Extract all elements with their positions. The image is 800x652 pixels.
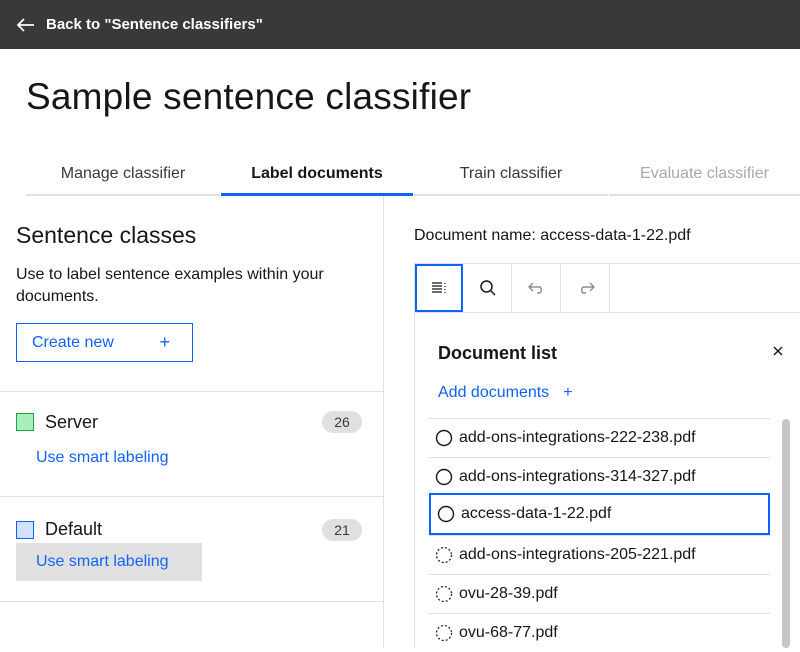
class-row-server: Server 26 Use smart labeling — [0, 392, 384, 496]
class-row-default: Default 21 Use smart labeling — [0, 497, 384, 601]
plus-icon: + — [159, 332, 170, 352]
tab-train-classifier[interactable]: Train classifier — [414, 153, 608, 196]
divider — [0, 601, 384, 602]
scrollbar[interactable] — [782, 419, 790, 648]
arrow-left-icon — [16, 17, 34, 32]
document-list-item[interactable]: ovu-68-77.pdf — [429, 613, 770, 652]
class-color-swatch — [16, 413, 34, 431]
tab-evaluate-classifier: Evaluate classifier — [609, 153, 800, 196]
sentence-classes-title: Sentence classes — [16, 222, 197, 248]
dashed-circle-icon — [435, 585, 453, 603]
class-name[interactable]: Server — [45, 412, 98, 433]
document-list-item[interactable]: ovu-28-39.pdf — [429, 574, 770, 613]
document-name: Document name: access-data-1-22.pdf — [414, 227, 691, 244]
document-list-title: Document list — [438, 343, 558, 363]
add-documents-link[interactable]: Add documents + — [438, 384, 573, 402]
document-item-name: ovu-68-77.pdf — [459, 624, 558, 641]
document-list-button[interactable] — [415, 264, 463, 312]
search-icon — [479, 280, 496, 296]
page-title: Sample sentence classifier — [26, 76, 472, 117]
plus-icon: + — [563, 384, 573, 401]
document-toolbar — [414, 263, 800, 313]
document-list-item-selected[interactable]: access-data-1-22.pdf — [429, 493, 770, 535]
search-button[interactable] — [464, 264, 512, 312]
count-badge: 21 — [322, 519, 362, 541]
list-icon — [432, 282, 446, 293]
back-link[interactable]: Back to "Sentence classifiers" — [16, 15, 263, 35]
document-list-item[interactable]: add-ons-integrations-205-221.pdf — [429, 535, 770, 574]
document-item-name: add-ons-integrations-314-327.pdf — [459, 468, 696, 485]
undo-icon — [527, 282, 542, 294]
tab-label-documents[interactable]: Label documents — [221, 153, 413, 196]
undo-button[interactable] — [513, 264, 561, 312]
create-new-label: Create new — [32, 333, 114, 351]
document-list-item[interactable]: add-ons-integrations-314-327.pdf — [429, 457, 770, 496]
add-documents-label: Add documents — [438, 384, 550, 401]
dashed-circle-icon — [435, 546, 453, 564]
redo-button[interactable] — [562, 264, 610, 312]
document-item-name: add-ons-integrations-205-221.pdf — [459, 546, 696, 563]
back-link-label: Back to "Sentence classifiers" — [46, 16, 263, 33]
circle-icon — [435, 468, 453, 486]
class-color-swatch — [16, 521, 34, 539]
close-icon[interactable] — [768, 341, 788, 361]
smart-labeling-link[interactable]: Use smart labeling — [16, 543, 202, 581]
redo-icon — [580, 282, 595, 294]
tab-bar: Manage classifier Label documents Train … — [26, 153, 800, 196]
class-name[interactable]: Default — [45, 519, 102, 540]
smart-labeling-link[interactable]: Use smart labeling — [16, 439, 189, 477]
circle-icon — [435, 429, 453, 447]
document-list-panel: Document list Add documents + add-ons-int… — [414, 313, 800, 648]
circle-icon — [437, 505, 455, 523]
document-item-name: add-ons-integrations-222-238.pdf — [459, 429, 696, 446]
top-bar: Back to "Sentence classifiers" — [0, 0, 800, 49]
sentence-classes-description: Use to label sentence examples within yo… — [16, 266, 324, 305]
create-new-button[interactable]: Create new + — [16, 323, 193, 362]
document-item-name: access-data-1-22.pdf — [461, 505, 612, 522]
count-badge: 26 — [322, 411, 362, 433]
tab-manage-classifier[interactable]: Manage classifier — [26, 153, 220, 196]
document-item-name: ovu-28-39.pdf — [459, 585, 558, 602]
sentence-classes-panel: Sentence classes Use to label sentence e… — [0, 196, 384, 648]
document-list-item[interactable]: add-ons-integrations-222-238.pdf — [429, 418, 770, 457]
dashed-circle-icon — [435, 624, 453, 642]
